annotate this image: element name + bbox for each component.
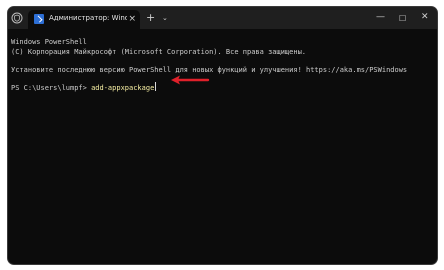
console-line-copyright: (C) Корпорация Майкрософт (Microsoft Cor… — [11, 48, 307, 56]
tab-close-button[interactable]: × — [128, 13, 136, 25]
title-bar: Администратор: Windows Pc × + ⌄ — ☐ ✕ — [8, 7, 437, 29]
tab-dropdown-button[interactable]: ⌄ — [162, 13, 168, 24]
powershell-tab-icon — [34, 14, 44, 24]
terminal-window: Администратор: Windows Pc × + ⌄ — ☐ ✕ Wi… — [7, 6, 438, 265]
new-tab-button[interactable]: + — [146, 12, 155, 24]
console-output[interactable]: Windows PowerShell (C) Корпорация Майкро… — [8, 29, 437, 264]
command-text: add-appxpackage — [91, 84, 155, 92]
console-line-header: Windows PowerShell — [11, 38, 87, 46]
console-prompt-line[interactable]: PS C:\Users\lumpf> add-appxpackage — [11, 82, 157, 94]
close-button[interactable]: ✕ — [421, 12, 429, 23]
text-cursor — [155, 82, 157, 91]
tab-title: Администратор: Windows Pc — [49, 14, 127, 22]
shield-icon — [11, 12, 23, 24]
minimize-button[interactable]: — — [376, 12, 385, 23]
prompt-text: PS C:\Users\lumpf> — [11, 84, 92, 92]
maximize-button[interactable]: ☐ — [399, 13, 406, 24]
tab-powershell-admin[interactable]: Администратор: Windows Pc × — [28, 10, 140, 29]
annotation-arrow-icon — [171, 75, 210, 85]
